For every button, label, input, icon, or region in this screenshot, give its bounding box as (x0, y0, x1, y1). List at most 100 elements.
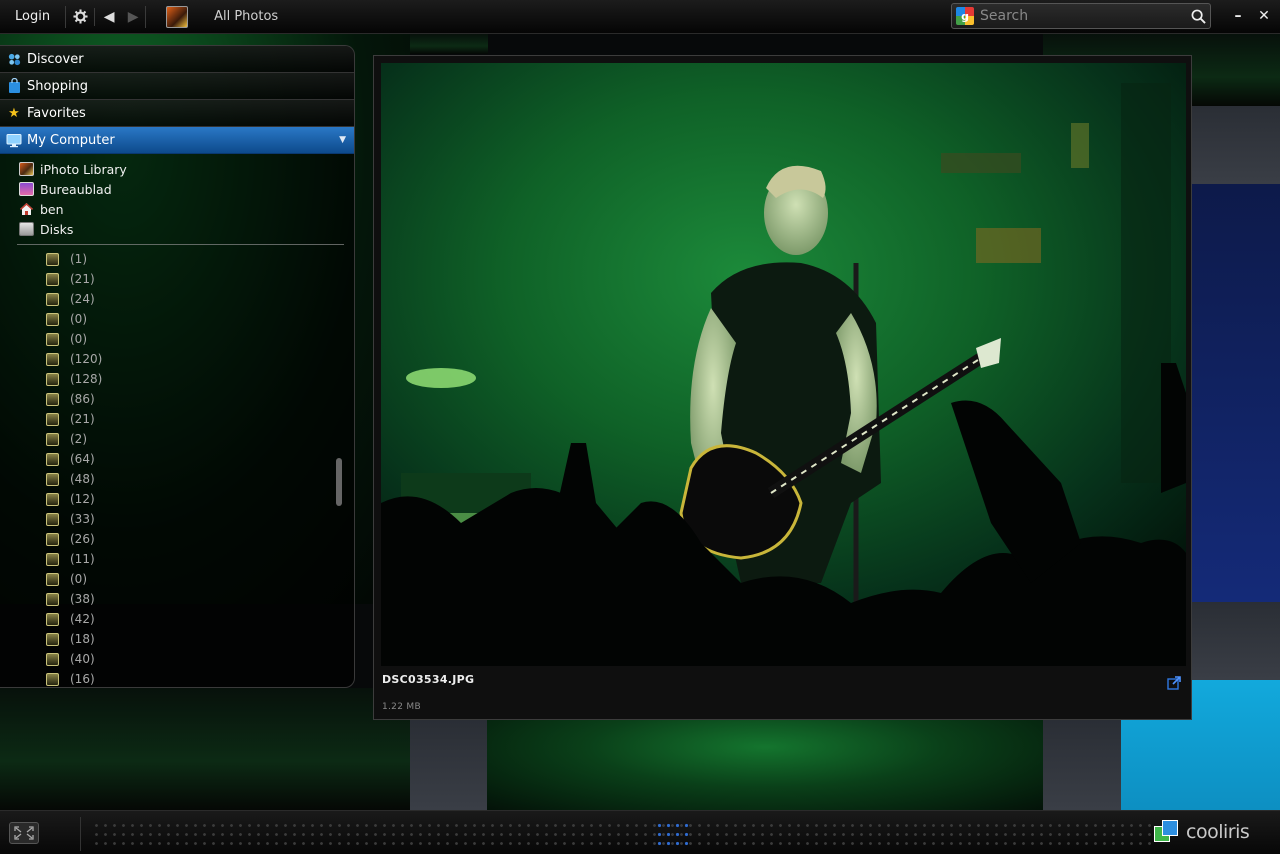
tree-divider (17, 244, 344, 245)
album-folder-icon (46, 672, 59, 686)
close-icon[interactable]: ✕ (1257, 8, 1271, 24)
wall-photo[interactable] (410, 720, 487, 810)
album-item[interactable]: (64) (0, 449, 354, 469)
album-folder-icon (46, 372, 59, 386)
category-label: My Computer (27, 132, 115, 148)
album-item[interactable]: (18) (0, 629, 354, 649)
album-item[interactable]: (86) (0, 389, 354, 409)
tree-item-ben[interactable]: ben (0, 199, 354, 219)
tree-item-label: iPhoto Library (40, 161, 127, 177)
back-arrow-icon[interactable]: ◀ (97, 0, 121, 34)
album-folder-icon (46, 472, 59, 486)
gear-icon[interactable] (68, 0, 92, 34)
album-item[interactable]: (24) (0, 289, 354, 309)
album-count: (0) (70, 572, 87, 586)
album-folder-icon (46, 292, 59, 306)
shopping-bag-icon (6, 78, 22, 94)
source-sidebar: Discover Shopping ★ Favorites My Compute… (0, 45, 355, 688)
minimize-icon[interactable]: – (1231, 8, 1245, 24)
album-item[interactable]: (128) (0, 369, 354, 389)
wall-photo[interactable] (487, 720, 1043, 810)
album-item[interactable]: (120) (0, 349, 354, 369)
album-folder-icon (46, 452, 59, 466)
google-icon[interactable]: g (956, 7, 974, 25)
category-label: Discover (27, 51, 84, 67)
toolbar-divider (145, 5, 147, 28)
album-count: (2) (70, 432, 87, 446)
album-item[interactable]: (12) (0, 489, 354, 509)
album-item[interactable]: (33) (0, 509, 354, 529)
album-folder-icon (46, 332, 59, 346)
category-favorites[interactable]: ★ Favorites (0, 100, 354, 127)
album-item[interactable]: (21) (0, 409, 354, 429)
toolbar-divider (94, 7, 96, 26)
chevron-down-icon[interactable]: ▼ (339, 135, 346, 145)
external-link-icon[interactable] (1167, 676, 1181, 690)
album-item[interactable]: (42) (0, 609, 354, 629)
album-item[interactable]: (0) (0, 309, 354, 329)
album-count: (42) (70, 612, 95, 626)
album-count: (128) (70, 372, 103, 386)
album-count: (11) (70, 552, 95, 566)
album-item[interactable]: (1) (0, 249, 354, 269)
photo-filesize: 1.22 MB (382, 702, 421, 712)
sidebar-scrollbar[interactable] (336, 458, 342, 506)
scrubber-position-indicator[interactable] (655, 821, 691, 847)
login-button[interactable]: Login (0, 0, 65, 34)
album-item[interactable]: (38) (0, 589, 354, 609)
wall-photo[interactable] (1190, 602, 1280, 680)
tree-item-bureaublad[interactable]: Bureaublad (0, 179, 354, 199)
wall-scrubber[interactable] (92, 821, 1152, 847)
album-count: (18) (70, 632, 95, 646)
album-count: (64) (70, 452, 95, 466)
wall-photo[interactable] (0, 688, 410, 810)
concert-photo[interactable] (381, 63, 1186, 666)
album-folder-icon (46, 432, 59, 446)
album-item[interactable]: (11) (0, 549, 354, 569)
album-folder-icon (46, 352, 59, 366)
tree-item-label: Disks (40, 221, 74, 237)
bottom-toolbar: cooliris (0, 810, 1280, 854)
album-count: (26) (70, 532, 95, 546)
wall-photo[interactable] (1190, 184, 1280, 602)
search-icon[interactable] (1186, 4, 1210, 28)
search-input[interactable] (980, 8, 1186, 24)
brand-name: cooliris (1186, 821, 1250, 843)
photo-filename: DSC03534.JPG (382, 673, 475, 686)
album-count: (33) (70, 512, 95, 526)
album-count: (0) (70, 332, 87, 346)
forward-arrow-icon[interactable]: ▶ (121, 0, 145, 34)
album-item[interactable]: (40) (0, 649, 354, 669)
album-item[interactable]: (2) (0, 429, 354, 449)
album-count: (21) (70, 412, 95, 426)
album-count: (24) (70, 292, 95, 306)
album-folder-icon (46, 552, 59, 566)
wall-photo[interactable] (410, 34, 488, 54)
category-my-computer[interactable]: My Computer ▼ (0, 127, 354, 154)
album-item[interactable]: (26) (0, 529, 354, 549)
album-folder-icon (46, 652, 59, 666)
category-shopping[interactable]: Shopping (0, 73, 354, 100)
wall-photo[interactable] (1043, 720, 1121, 810)
album-item[interactable]: (21) (0, 269, 354, 289)
discover-icon (6, 51, 22, 67)
tree-item-disks[interactable]: Disks (0, 219, 354, 239)
album-folder-icon (46, 392, 59, 406)
fullscreen-icon[interactable] (9, 822, 39, 844)
album-folder-icon (46, 632, 59, 646)
monitor-icon (6, 132, 22, 148)
album-count: (86) (70, 392, 95, 406)
album-item[interactable]: (0) (0, 329, 354, 349)
toolbar-divider (80, 817, 81, 851)
album-item[interactable]: (48) (0, 469, 354, 489)
album-item[interactable]: (0) (0, 569, 354, 589)
toolbar-divider (65, 5, 67, 28)
tree-item-iphoto-library[interactable]: iPhoto Library (0, 159, 354, 179)
album-folder-icon (46, 612, 59, 626)
feed-title: All Photos (214, 9, 279, 24)
album-item[interactable]: (16) (0, 669, 354, 687)
category-discover[interactable]: Discover (0, 46, 354, 73)
cooliris-window: Login ◀ ▶ All Photos g – ✕ Discover Shop… (0, 0, 1280, 854)
wall-photo[interactable] (1190, 106, 1280, 184)
cooliris-brand[interactable]: cooliris (1154, 820, 1250, 844)
